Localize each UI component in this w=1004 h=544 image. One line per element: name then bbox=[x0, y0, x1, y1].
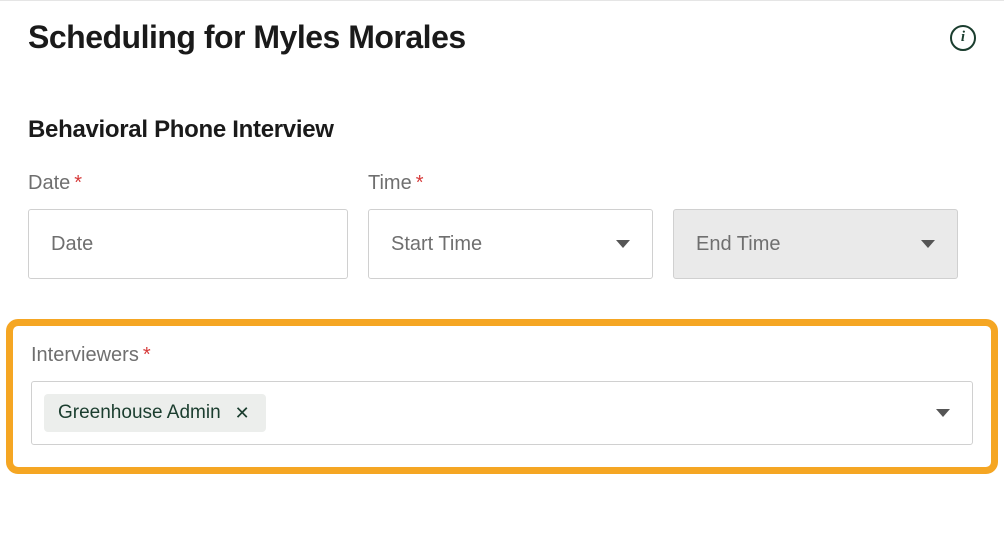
interviewers-highlight: Interviewers* Greenhouse Admin ✕ bbox=[6, 319, 998, 474]
interviewers-label: Interviewers* bbox=[31, 344, 973, 367]
info-icon[interactable]: i bbox=[950, 25, 976, 51]
info-icon-glyph: i bbox=[961, 30, 965, 45]
end-time-placeholder: End Time bbox=[696, 233, 780, 256]
time-label: Time* bbox=[368, 172, 976, 195]
interviewers-select[interactable]: Greenhouse Admin ✕ bbox=[31, 381, 973, 445]
page-title: Scheduling for Myles Morales bbox=[28, 19, 466, 56]
required-mark: * bbox=[74, 172, 82, 194]
chevron-down-icon bbox=[616, 240, 630, 248]
start-time-select[interactable]: Start Time bbox=[368, 209, 653, 279]
interviewer-chip: Greenhouse Admin ✕ bbox=[44, 394, 266, 432]
start-time-placeholder: Start Time bbox=[391, 233, 482, 256]
section-title: Behavioral Phone Interview bbox=[0, 56, 1004, 144]
date-placeholder: Date bbox=[51, 233, 93, 256]
close-icon[interactable]: ✕ bbox=[233, 404, 252, 422]
chevron-down-icon bbox=[921, 240, 935, 248]
date-label: Date* bbox=[28, 172, 348, 195]
required-mark: * bbox=[416, 172, 424, 194]
end-time-select[interactable]: End Time bbox=[673, 209, 958, 279]
required-mark: * bbox=[143, 344, 151, 366]
chevron-down-icon bbox=[936, 409, 950, 417]
interviewer-chip-label: Greenhouse Admin bbox=[58, 402, 221, 424]
date-input[interactable]: Date bbox=[28, 209, 348, 279]
